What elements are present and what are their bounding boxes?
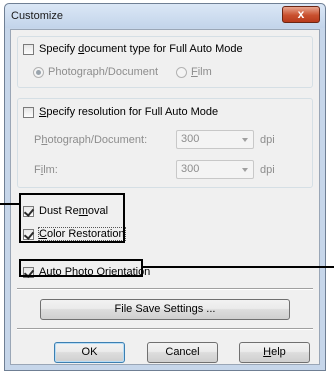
doc-type-checkbox-label: Specify document type for Full Auto Mode <box>39 43 243 55</box>
film-resolution-label: Film: <box>34 164 58 176</box>
callout-line-right <box>143 266 334 268</box>
separator <box>17 288 313 290</box>
separator <box>17 328 313 330</box>
photo-resolution-unit: dpi <box>260 134 275 146</box>
ok-button[interactable]: OK <box>54 342 125 363</box>
customize-dialog: Customize x Specify document type for Fu… <box>4 3 326 371</box>
doc-type-checkbox[interactable] <box>23 44 34 55</box>
film-radio-label: Film <box>191 66 212 78</box>
callout-box-dust-color <box>19 193 125 243</box>
photo-document-radio-label: Photograph/Document <box>48 66 159 78</box>
resolution-checkbox[interactable] <box>23 107 34 118</box>
title-bar[interactable]: Customize x <box>5 4 325 28</box>
window-title: Customize <box>11 10 63 22</box>
film-radio[interactable] <box>176 67 187 78</box>
callout-box-auto-orientation <box>19 259 143 277</box>
close-icon: x <box>297 7 305 21</box>
film-resolution-value: 300 <box>181 163 200 175</box>
film-resolution-unit: dpi <box>260 164 275 176</box>
file-save-settings-button[interactable]: File Save Settings ... <box>40 299 290 320</box>
photo-document-radio[interactable] <box>33 67 44 78</box>
chevron-down-icon <box>242 138 248 142</box>
chevron-down-icon <box>242 168 248 172</box>
photo-resolution-value: 300 <box>181 133 200 145</box>
resolution-checkbox-label: Specify resolution for Full Auto Mode <box>39 106 219 118</box>
photo-resolution-select[interactable]: 300 <box>176 130 254 149</box>
film-resolution-select[interactable]: 300 <box>176 160 254 179</box>
help-button[interactable]: Help <box>239 342 310 363</box>
cancel-button[interactable]: Cancel <box>147 342 218 363</box>
close-button[interactable]: x <box>282 6 320 23</box>
callout-line-left <box>0 203 19 205</box>
photo-resolution-label: Photograph/Document: <box>34 134 148 146</box>
